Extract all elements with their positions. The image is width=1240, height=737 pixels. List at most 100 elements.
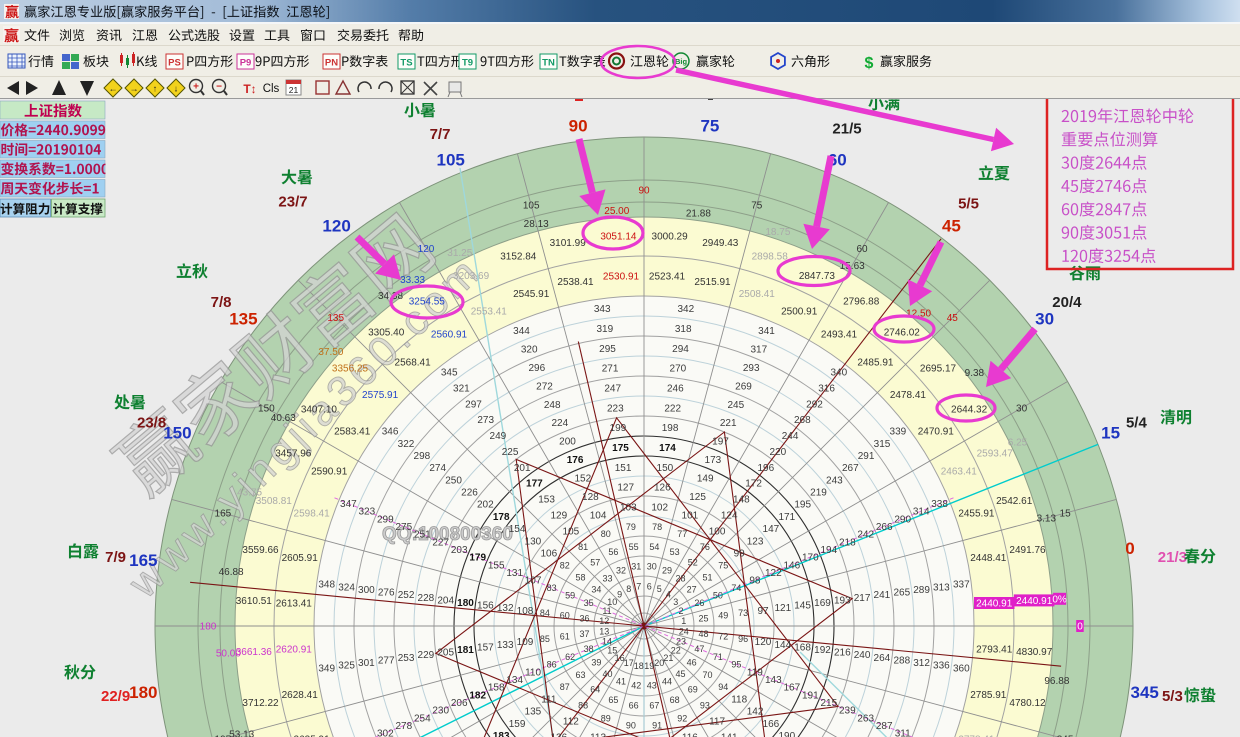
svg-text:70: 70 (702, 670, 712, 680)
svg-text:346: 346 (382, 427, 399, 438)
svg-text:166: 166 (763, 719, 780, 730)
svg-text:3254.55: 3254.55 (409, 296, 446, 307)
svg-text:323: 323 (358, 507, 375, 518)
svg-text:199: 199 (610, 423, 627, 434)
svg-text:116: 116 (682, 732, 698, 737)
svg-text:264: 264 (874, 653, 891, 664)
svg-text:135: 135 (327, 313, 344, 324)
svg-text:241: 241 (874, 590, 891, 601)
svg-text:2583.41: 2583.41 (334, 427, 371, 438)
svg-text:195: 195 (794, 500, 811, 511)
svg-text:7: 7 (636, 582, 641, 592)
svg-text:120: 120 (755, 637, 772, 648)
svg-text:222: 222 (664, 403, 681, 414)
svg-text:348: 348 (318, 580, 335, 591)
svg-text:129: 129 (550, 510, 567, 521)
svg-text:109: 109 (517, 637, 534, 648)
svg-text:30: 30 (647, 562, 657, 572)
svg-text:191: 191 (802, 690, 819, 701)
svg-text:27: 27 (687, 585, 697, 595)
svg-text:120: 120 (322, 216, 350, 235)
svg-text:180: 180 (200, 622, 217, 633)
svg-text:59: 59 (565, 591, 575, 601)
svg-text:149: 149 (697, 474, 714, 485)
svg-text:0: 0 (1125, 539, 1134, 558)
svg-text:52: 52 (688, 558, 698, 568)
svg-text:2793.41: 2793.41 (976, 645, 1013, 656)
svg-text:287: 287 (876, 721, 893, 732)
svg-text:145: 145 (794, 601, 811, 612)
svg-text:203: 203 (451, 545, 468, 556)
svg-text:252: 252 (398, 590, 415, 601)
svg-text:192: 192 (814, 645, 831, 656)
svg-text:75: 75 (700, 116, 719, 135)
svg-text:96: 96 (738, 634, 748, 644)
svg-text:190: 190 (778, 731, 795, 737)
svg-text:↑: ↑ (153, 84, 158, 94)
svg-text:183: 183 (493, 731, 510, 737)
svg-text:21: 21 (289, 85, 299, 95)
svg-text:341: 341 (758, 326, 775, 337)
svg-text:5/3: 5/3 (1162, 688, 1183, 705)
svg-text:165: 165 (129, 551, 157, 570)
svg-text:113: 113 (590, 732, 606, 737)
svg-text:253: 253 (398, 653, 415, 664)
svg-text:0%: 0% (1052, 594, 1067, 605)
svg-text:53.13: 53.13 (229, 729, 254, 737)
svg-text:Cls: Cls (263, 83, 280, 95)
svg-text:103: 103 (620, 503, 637, 514)
svg-text:6: 6 (647, 582, 652, 592)
svg-text:127: 127 (617, 483, 634, 494)
svg-text:2542.61: 2542.61 (996, 496, 1033, 507)
svg-text:197: 197 (712, 437, 729, 448)
svg-text:Big: Big (675, 57, 688, 66)
svg-text:TS: TS (400, 58, 412, 69)
svg-text:79: 79 (626, 522, 636, 532)
svg-text:220: 220 (770, 447, 787, 458)
svg-text:90: 90 (638, 186, 650, 197)
svg-text:2898.58: 2898.58 (752, 251, 789, 262)
svg-text:272: 272 (536, 381, 553, 392)
svg-text:299: 299 (377, 514, 394, 525)
svg-text:22/9: 22/9 (101, 688, 130, 705)
svg-text:345: 345 (441, 368, 458, 379)
svg-text:2: 2 (678, 606, 683, 616)
svg-text:2440.91: 2440.91 (1016, 596, 1053, 607)
svg-text:58: 58 (575, 572, 585, 582)
svg-text:2746.02: 2746.02 (884, 328, 921, 339)
svg-text:314: 314 (913, 507, 930, 518)
svg-text:101: 101 (682, 511, 699, 522)
svg-text:1: 1 (681, 616, 686, 626)
svg-text:2508.41: 2508.41 (739, 289, 776, 300)
svg-text:130: 130 (525, 536, 542, 547)
svg-text:2785.91: 2785.91 (970, 690, 1007, 701)
svg-text:169: 169 (814, 598, 831, 609)
svg-text:147: 147 (763, 524, 780, 535)
svg-text:295: 295 (599, 344, 616, 355)
svg-text:204: 204 (437, 595, 454, 606)
svg-text:7/9: 7/9 (105, 549, 126, 566)
svg-text:3559.66: 3559.66 (242, 545, 279, 556)
svg-text:136: 136 (550, 733, 567, 737)
svg-text:124: 124 (721, 510, 738, 521)
svg-text:340: 340 (830, 368, 847, 379)
svg-text:9: 9 (617, 589, 622, 599)
svg-text:95: 95 (731, 659, 741, 669)
svg-text:26: 26 (694, 598, 704, 608)
svg-text:21/3: 21/3 (1158, 549, 1187, 566)
svg-text:142: 142 (747, 707, 764, 718)
svg-text:45: 45 (942, 216, 961, 235)
svg-text:150: 150 (657, 463, 674, 474)
svg-text:57: 57 (590, 558, 600, 568)
svg-text:174: 174 (659, 443, 676, 454)
svg-text:293: 293 (743, 363, 760, 374)
svg-text:2560.91: 2560.91 (431, 330, 468, 341)
svg-text:3152.84: 3152.84 (500, 251, 537, 262)
svg-text:251: 251 (414, 530, 431, 541)
svg-text:273: 273 (477, 415, 494, 426)
svg-text:62: 62 (565, 652, 575, 662)
svg-text:156: 156 (477, 601, 494, 612)
svg-text:180: 180 (457, 598, 474, 609)
svg-text:133: 133 (497, 640, 514, 651)
svg-text:175: 175 (612, 443, 629, 454)
